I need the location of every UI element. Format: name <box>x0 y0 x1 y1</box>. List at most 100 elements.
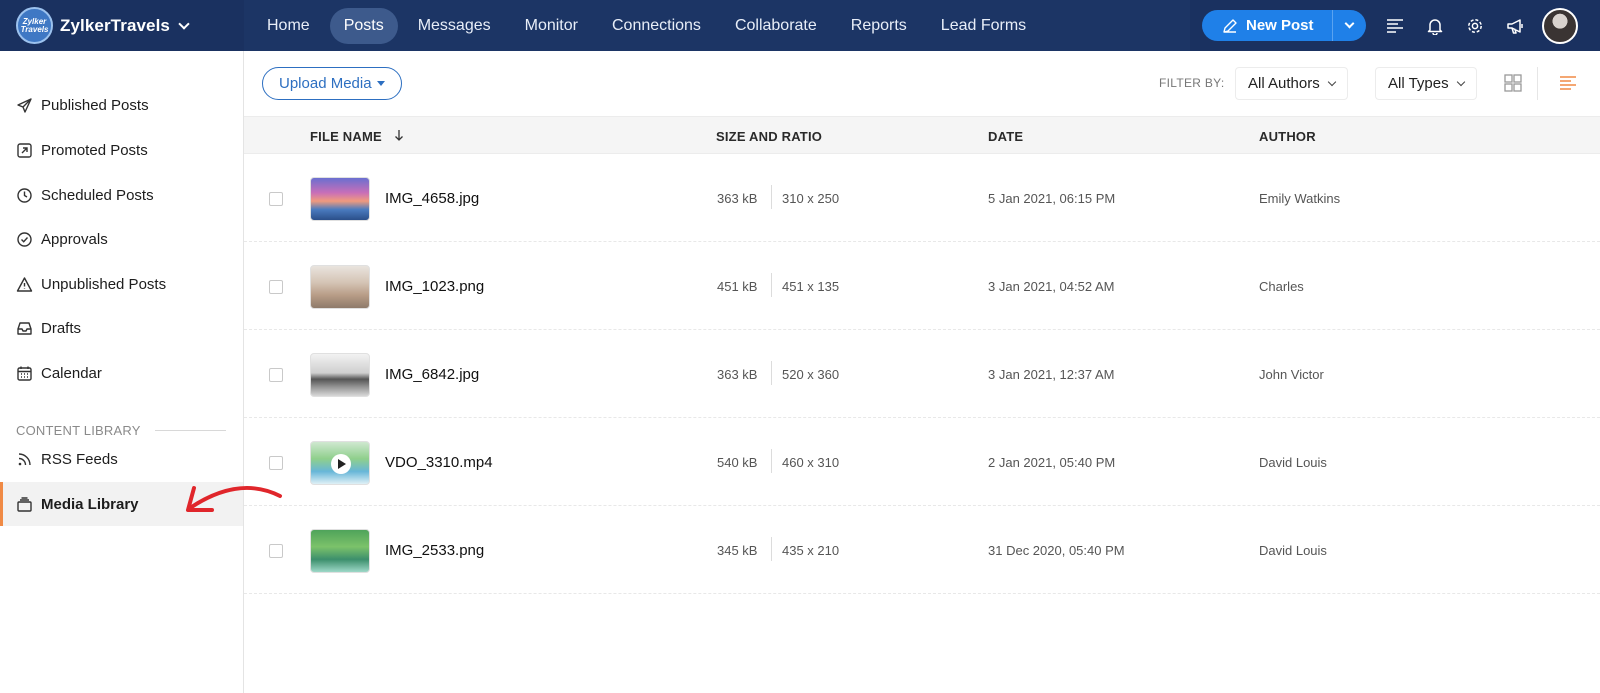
activity-list-icon[interactable] <box>1384 15 1406 37</box>
media-library-panel: Upload Media FILTER BY: All Authors All … <box>244 51 1600 693</box>
sidebar-item-label: Promoted Posts <box>41 141 148 159</box>
file-size: 451 kB <box>717 279 758 294</box>
sidebar-item-unpublished-posts[interactable]: Unpublished Posts <box>0 262 243 306</box>
brand-logo: Zylker Travels <box>16 7 53 44</box>
rss-icon <box>18 452 31 465</box>
file-ratio: 460 x 310 <box>782 455 840 470</box>
nav-lead-forms[interactable]: Lead Forms <box>927 8 1040 44</box>
play-icon <box>331 454 351 474</box>
file-size: 363 kB <box>717 191 758 206</box>
user-avatar[interactable] <box>1542 7 1578 44</box>
sidebar-section-content-library: CONTENT LIBRARY <box>16 423 226 438</box>
file-date: 5 Jan 2021, 06:15 PM <box>988 191 1116 206</box>
sidebar-item-promoted-posts[interactable]: Promoted Posts <box>0 128 243 172</box>
row-checkbox[interactable] <box>269 456 283 470</box>
calendar-icon <box>17 366 32 381</box>
upload-media-button[interactable]: Upload Media <box>262 67 402 100</box>
nav-collaborate[interactable]: Collaborate <box>721 8 831 44</box>
cell-divider <box>771 449 772 473</box>
sidebar-item-label: RSS Feeds <box>41 450 118 468</box>
brand-switcher[interactable]: Zylker Travels ZylkerTravels <box>0 0 244 51</box>
column-date: DATE <box>988 129 1024 144</box>
file-ratio: 451 x 135 <box>782 279 840 294</box>
nav-reports[interactable]: Reports <box>837 8 921 44</box>
media-thumbnail[interactable] <box>310 353 370 397</box>
table-row[interactable]: VDO_3310.mp4 540 kB 460 x 310 2 Jan 2021… <box>244 418 1600 506</box>
clock-icon <box>17 187 32 203</box>
table-header: FILE NAME SIZE AND RATIO DATE AUTHOR <box>244 116 1600 154</box>
gear-icon[interactable] <box>1464 15 1486 37</box>
authors-filter-select[interactable]: All Authors <box>1235 67 1348 100</box>
sidebar-item-approvals[interactable]: Approvals <box>0 217 243 261</box>
file-name[interactable]: IMG_1023.png <box>385 278 484 295</box>
sidebar-item-label: Approvals <box>41 230 108 248</box>
file-author: David Louis <box>1259 455 1327 470</box>
chevron-down-icon <box>1327 77 1336 86</box>
nav-connections[interactable]: Connections <box>598 8 715 44</box>
file-name[interactable]: VDO_3310.mp4 <box>385 454 493 471</box>
chevron-down-icon <box>1344 18 1355 29</box>
cell-divider <box>771 537 772 561</box>
file-name[interactable]: IMG_2533.png <box>385 542 484 559</box>
file-ratio: 520 x 360 <box>782 367 840 382</box>
media-thumbnail[interactable] <box>310 265 370 309</box>
nav-monitor[interactable]: Monitor <box>511 8 592 44</box>
sidebar-item-label: Calendar <box>41 364 102 382</box>
file-author: Charles <box>1259 279 1304 294</box>
file-name[interactable]: IMG_4658.jpg <box>385 190 479 207</box>
media-thumbnail[interactable] <box>310 441 370 485</box>
authors-filter-value: All Authors <box>1248 75 1320 92</box>
pencil-icon <box>1223 18 1237 33</box>
nav-home[interactable]: Home <box>253 8 324 44</box>
list-view-icon[interactable] <box>1558 73 1578 93</box>
column-file-name[interactable]: FILE NAME <box>310 129 404 144</box>
caret-down-icon <box>376 81 385 86</box>
bell-icon[interactable] <box>1424 15 1446 37</box>
row-checkbox[interactable] <box>269 192 283 206</box>
file-name[interactable]: IMG_6842.jpg <box>385 366 479 383</box>
filter-by-label: FILTER BY: <box>1159 76 1225 90</box>
file-size: 345 kB <box>717 543 758 558</box>
view-divider <box>1537 67 1538 100</box>
types-filter-select[interactable]: All Types <box>1375 67 1477 100</box>
check-circle-icon <box>17 231 32 247</box>
table-row[interactable]: IMG_6842.jpg 363 kB 520 x 360 3 Jan 2021… <box>244 330 1600 418</box>
inbox-tray-icon <box>17 321 32 335</box>
table-row[interactable]: IMG_1023.png 451 kB 451 x 135 3 Jan 2021… <box>244 242 1600 330</box>
sidebar-item-label: Scheduled Posts <box>41 186 154 204</box>
table-row[interactable]: IMG_2533.png 345 kB 435 x 210 31 Dec 202… <box>244 506 1600 594</box>
file-date: 2 Jan 2021, 05:40 PM <box>988 455 1116 470</box>
row-checkbox[interactable] <box>269 544 283 558</box>
row-checkbox[interactable] <box>269 280 283 294</box>
new-post-dropdown[interactable] <box>1332 10 1366 41</box>
grid-view-icon[interactable] <box>1503 73 1523 93</box>
file-date: 3 Jan 2021, 12:37 AM <box>988 367 1115 382</box>
sidebar-item-published-posts[interactable]: Published Posts <box>0 83 243 127</box>
nav-messages[interactable]: Messages <box>404 8 505 44</box>
megaphone-icon[interactable] <box>1504 15 1526 37</box>
file-size: 363 kB <box>717 367 758 382</box>
sidebar-item-label: Unpublished Posts <box>41 275 167 293</box>
sidebar-item-drafts[interactable]: Drafts <box>0 306 243 350</box>
file-ratio: 435 x 210 <box>782 543 840 558</box>
media-thumbnail[interactable] <box>310 529 370 573</box>
file-author: Emily Watkins <box>1259 191 1341 206</box>
main-nav: Home Posts Messages Monitor Connections … <box>253 0 1046 51</box>
new-post-label: New Post <box>1246 17 1314 34</box>
nav-posts[interactable]: Posts <box>329 7 398 44</box>
paper-plane-icon <box>17 97 32 113</box>
table-row[interactable]: IMG_4658.jpg 363 kB 310 x 250 5 Jan 2021… <box>244 154 1600 242</box>
sidebar-item-scheduled-posts[interactable]: Scheduled Posts <box>0 173 243 217</box>
sidebar-item-calendar[interactable]: Calendar <box>0 351 243 395</box>
sidebar: Published Posts Promoted Posts Scheduled… <box>0 51 244 693</box>
media-thumbnail[interactable] <box>310 177 370 221</box>
new-post-main[interactable]: New Post <box>1202 17 1332 34</box>
file-author: David Louis <box>1259 543 1327 558</box>
chevron-down-icon <box>178 17 190 30</box>
row-checkbox[interactable] <box>269 368 283 382</box>
toolbar: Upload Media FILTER BY: All Authors All … <box>244 51 1600 116</box>
file-size: 540 kB <box>717 455 758 470</box>
column-size-ratio: SIZE AND RATIO <box>716 129 823 144</box>
new-post-button[interactable]: New Post <box>1202 10 1366 41</box>
header-actions: New Post <box>1190 0 1600 51</box>
